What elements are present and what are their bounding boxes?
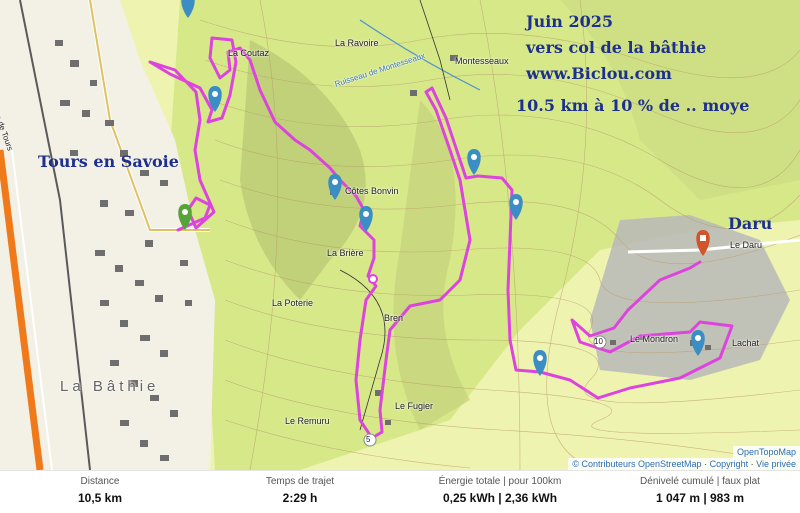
km-label-10: 10 xyxy=(594,337,603,346)
stat-elevation: Dénivelé cumulé | faux plat 1 047 m | 98… xyxy=(600,471,800,513)
place-le-daru: Le Daru xyxy=(730,240,763,250)
map-attribution: © Contributeurs OpenStreetMap · Copyrigh… xyxy=(568,458,800,470)
route-stats-bar: Distance 10,5 km Temps de trajet 2:29 h … xyxy=(0,470,800,513)
stat-distance: Distance 10,5 km xyxy=(0,471,200,513)
topographic-map[interactable]: La Coutaz La Ravoire Montesseaux Ruissea… xyxy=(0,0,800,470)
stat-label: Dénivelé cumulé | faux plat xyxy=(640,476,760,487)
place-cotes-bonvin: Côtes Bonvin xyxy=(345,186,399,196)
place-le-remuru: Le Remuru xyxy=(285,416,330,426)
place-la-ravoire: La Ravoire xyxy=(335,38,379,48)
place-le-fugier: Le Fugier xyxy=(395,401,434,411)
osm-contributors-link[interactable]: © Contributeurs OpenStreetMap xyxy=(572,459,701,469)
overlay-date: Juin 2025 xyxy=(526,12,614,31)
map-provider-link[interactable]: OpenTopoMap xyxy=(732,446,800,458)
stat-label: Distance xyxy=(80,476,120,487)
place-la-bathie: La Bâthie xyxy=(60,378,160,395)
copyright-link[interactable]: Copyright xyxy=(710,459,749,469)
place-bren: Bren xyxy=(384,313,404,323)
place-la-poterie: La Poterie xyxy=(272,298,314,308)
place-la-briere: La Brière xyxy=(327,248,364,258)
place-montesseaux: Montesseaux xyxy=(455,56,509,66)
map-canvas xyxy=(0,0,800,470)
stat-value: 2:29 h xyxy=(282,491,318,505)
overlay-destination: vers col de la bâthie xyxy=(526,38,707,57)
stat-energy: Énergie totale | pour 100km 0,25 kWh | 2… xyxy=(400,471,600,513)
attribution-separator: · xyxy=(704,459,708,469)
overlay-website: www.Biclou.com xyxy=(526,64,672,83)
stat-value: 1 047 m | 983 m xyxy=(655,491,745,505)
place-le-mondron: Le Mondron xyxy=(630,334,679,344)
stat-label: Temps de trajet xyxy=(265,476,335,487)
km-label-5: 5 xyxy=(366,435,371,444)
overlay-climb-info: 10.5 km à 10 % de .. moye xyxy=(516,96,750,115)
place-lachat: Lachat xyxy=(732,338,760,348)
stat-value: 0,25 kWh | 2,36 kWh xyxy=(442,491,558,505)
stat-value: 10,5 km xyxy=(77,491,123,505)
stat-label: Énergie totale | pour 100km xyxy=(438,476,562,487)
stat-duration: Temps de trajet 2:29 h xyxy=(200,471,400,513)
overlay-daru-label: Daru xyxy=(728,214,773,233)
overlay-town-label: Tours en Savoie xyxy=(38,152,179,171)
place-la-coutaz: La Coutaz xyxy=(228,48,270,58)
privacy-link[interactable]: Vie privée xyxy=(756,459,796,469)
attribution-separator: · xyxy=(750,459,754,469)
position-dot xyxy=(368,274,378,284)
